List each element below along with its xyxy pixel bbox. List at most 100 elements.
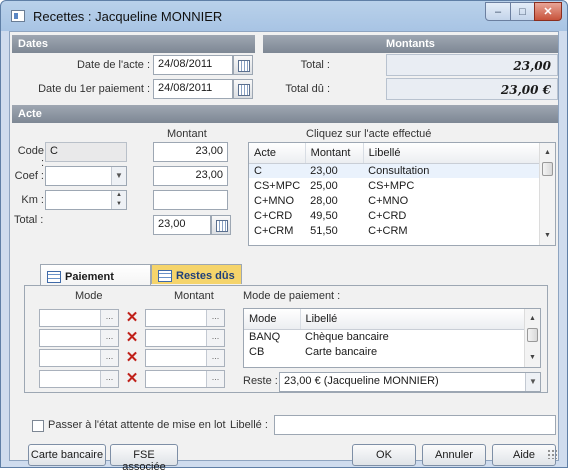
table-row[interactable]: C 23,00 Consultation [249,163,555,178]
total-du-label: Total dû : [285,83,330,95]
calculator-icon[interactable] [211,215,231,235]
libelle-cell[interactable]: C+CRD [363,208,554,223]
ellipsis-icon[interactable]: ... [100,350,118,366]
delete-x-icon[interactable]: ✕ [125,369,139,387]
date-paiement-calendar-icon[interactable] [233,79,253,99]
pay-mode-input[interactable]: ... [39,309,119,327]
coef-montant-input[interactable]: 23,00 [153,166,228,186]
chevron-down-icon[interactable]: ▼ [111,167,126,185]
tab-restes-dus[interactable]: Restes dûs [151,264,242,284]
table-row[interactable]: C+CRD 49,50 C+CRD [249,208,555,223]
montant-cell[interactable]: 25,00 [305,178,363,193]
acte-cell[interactable]: C+CRM [249,223,305,238]
annuler-button[interactable]: Annuler [422,444,486,466]
acte-cell[interactable]: C+CRD [249,208,305,223]
mode-cell[interactable]: CB [244,344,300,359]
maximize-button[interactable]: □ [510,2,535,21]
acte-grid-col-acte[interactable]: Acte [249,143,306,164]
tab-restes-dus-label: Restes dûs [176,270,235,282]
acte-grid[interactable]: Acte Montant Libellé C 23,00 Consultatio… [248,142,556,246]
libelle-cell[interactable]: CS+MPC [363,178,554,193]
minimize-button[interactable]: – [485,2,511,21]
acte-grid-col-montant[interactable]: Montant [305,143,364,164]
scroll-up-icon[interactable]: ▲ [525,311,540,326]
acte-cell[interactable]: C [249,163,305,178]
scroll-down-icon[interactable]: ▼ [525,350,540,365]
ellipsis-icon[interactable]: ... [206,350,224,366]
acte-cell[interactable]: C+MNO [249,193,305,208]
date-acte-calendar-icon[interactable] [233,55,253,75]
ellipsis-icon[interactable]: ... [100,310,118,326]
acte-grid-col-libelle[interactable]: Libellé [363,143,555,164]
pay-mode-header: Mode [75,290,103,302]
pay-montant-input[interactable]: ... [145,349,225,367]
table-row[interactable]: C+MNO 28,00 C+MNO [249,193,555,208]
acte-grid-scrollbar[interactable]: ▲ ▼ [539,143,555,245]
acte-cell[interactable]: CS+MPC [249,178,305,193]
km-spinner[interactable]: ▲ ▼ [45,190,127,210]
montant-cell[interactable]: 51,50 [305,223,363,238]
table-row[interactable]: CB Carte bancaire [244,344,540,359]
libelle-cell[interactable]: C+CRM [363,223,554,238]
km-montant-input[interactable] [153,190,228,210]
montant-cell[interactable]: 23,00 [305,163,363,178]
fse-associee-button[interactable]: FSE associée [110,444,178,473]
libelle-cell[interactable]: Consultation [363,163,554,178]
delete-x-icon[interactable]: ✕ [125,308,139,326]
table-row[interactable]: C+CRM 51,50 C+CRM [249,223,555,238]
libelle-cell[interactable]: C+MNO [363,193,554,208]
scroll-thumb[interactable] [527,328,538,342]
ellipsis-icon[interactable]: ... [206,371,224,387]
ellipsis-icon[interactable]: ... [100,330,118,346]
libelle-cell[interactable]: Carte bancaire [300,344,540,359]
montant-cell[interactable]: 28,00 [305,193,363,208]
delete-x-icon[interactable]: ✕ [125,348,139,366]
date-paiement-input[interactable]: 24/08/2011 [153,79,233,99]
table-row[interactable]: BANQ Chèque bancaire [244,329,540,344]
resize-grip-icon[interactable] [547,449,557,459]
ellipsis-icon[interactable]: ... [206,330,224,346]
close-button[interactable]: ✕ [534,2,562,21]
coef-combo[interactable]: ▼ [45,166,127,186]
mode-paiement-grid[interactable]: Mode Libellé BANQ Chèque bancaire CB Car… [243,308,541,368]
pay-montant-input[interactable]: ... [145,329,225,347]
attente-lot-label: Passer à l'état attente de mise en lot [48,419,226,431]
scroll-thumb[interactable] [542,162,553,176]
date-acte-input[interactable]: 24/08/2011 [153,55,233,75]
reste-combo[interactable]: 23,00 € (Jacqueline MONNIER) ▼ [279,372,541,392]
pay-mode-input[interactable]: ... [39,329,119,347]
pay-montant-input[interactable]: ... [145,309,225,327]
montant-cell[interactable]: 49,50 [305,208,363,223]
coef-label: Coef : [14,170,44,182]
scroll-up-icon[interactable]: ▲ [540,145,555,160]
code-label: Code : [17,145,44,169]
chevron-down-icon[interactable]: ▼ [525,373,540,391]
ellipsis-icon[interactable]: ... [100,371,118,387]
tab-paiement[interactable]: Paiement [40,264,151,286]
table-row[interactable]: CS+MPC 25,00 CS+MPC [249,178,555,193]
libelle-input[interactable] [274,415,556,435]
total-du-value: 23,00 € [386,78,558,100]
mode-grid-scrollbar[interactable]: ▲ ▼ [524,309,540,367]
code-montant-input[interactable]: 23,00 [153,142,228,162]
mode-grid-col-libelle[interactable]: Libellé [300,309,540,330]
mode-cell[interactable]: BANQ [244,329,300,344]
delete-x-icon[interactable]: ✕ [125,328,139,346]
attente-lot-checkbox[interactable] [32,420,44,432]
pay-montant-input[interactable]: ... [145,370,225,388]
date-acte-label: Date de l'acte : [76,59,150,71]
mode-grid-col-mode[interactable]: Mode [244,309,301,330]
spinner-arrows-icon[interactable]: ▲ ▼ [111,191,126,209]
paiement-tab-panel: Mode Montant Mode de paiement : ... ✕ ..… [24,285,548,393]
carte-bancaire-button[interactable]: Carte bancaire [28,444,106,466]
title-bar[interactable]: Recettes : Jacqueline MONNIER – □ ✕ [1,1,567,31]
pay-mode-input[interactable]: ... [39,349,119,367]
code-input[interactable]: C [45,142,127,162]
ok-button[interactable]: OK [352,444,416,466]
reste-value: 23,00 € (Jacqueline MONNIER) [284,375,439,387]
scroll-down-icon[interactable]: ▼ [540,228,555,243]
ellipsis-icon[interactable]: ... [206,310,224,326]
total-value: 23,00 [386,54,558,76]
libelle-cell[interactable]: Chèque bancaire [300,329,540,344]
pay-mode-input[interactable]: ... [39,370,119,388]
